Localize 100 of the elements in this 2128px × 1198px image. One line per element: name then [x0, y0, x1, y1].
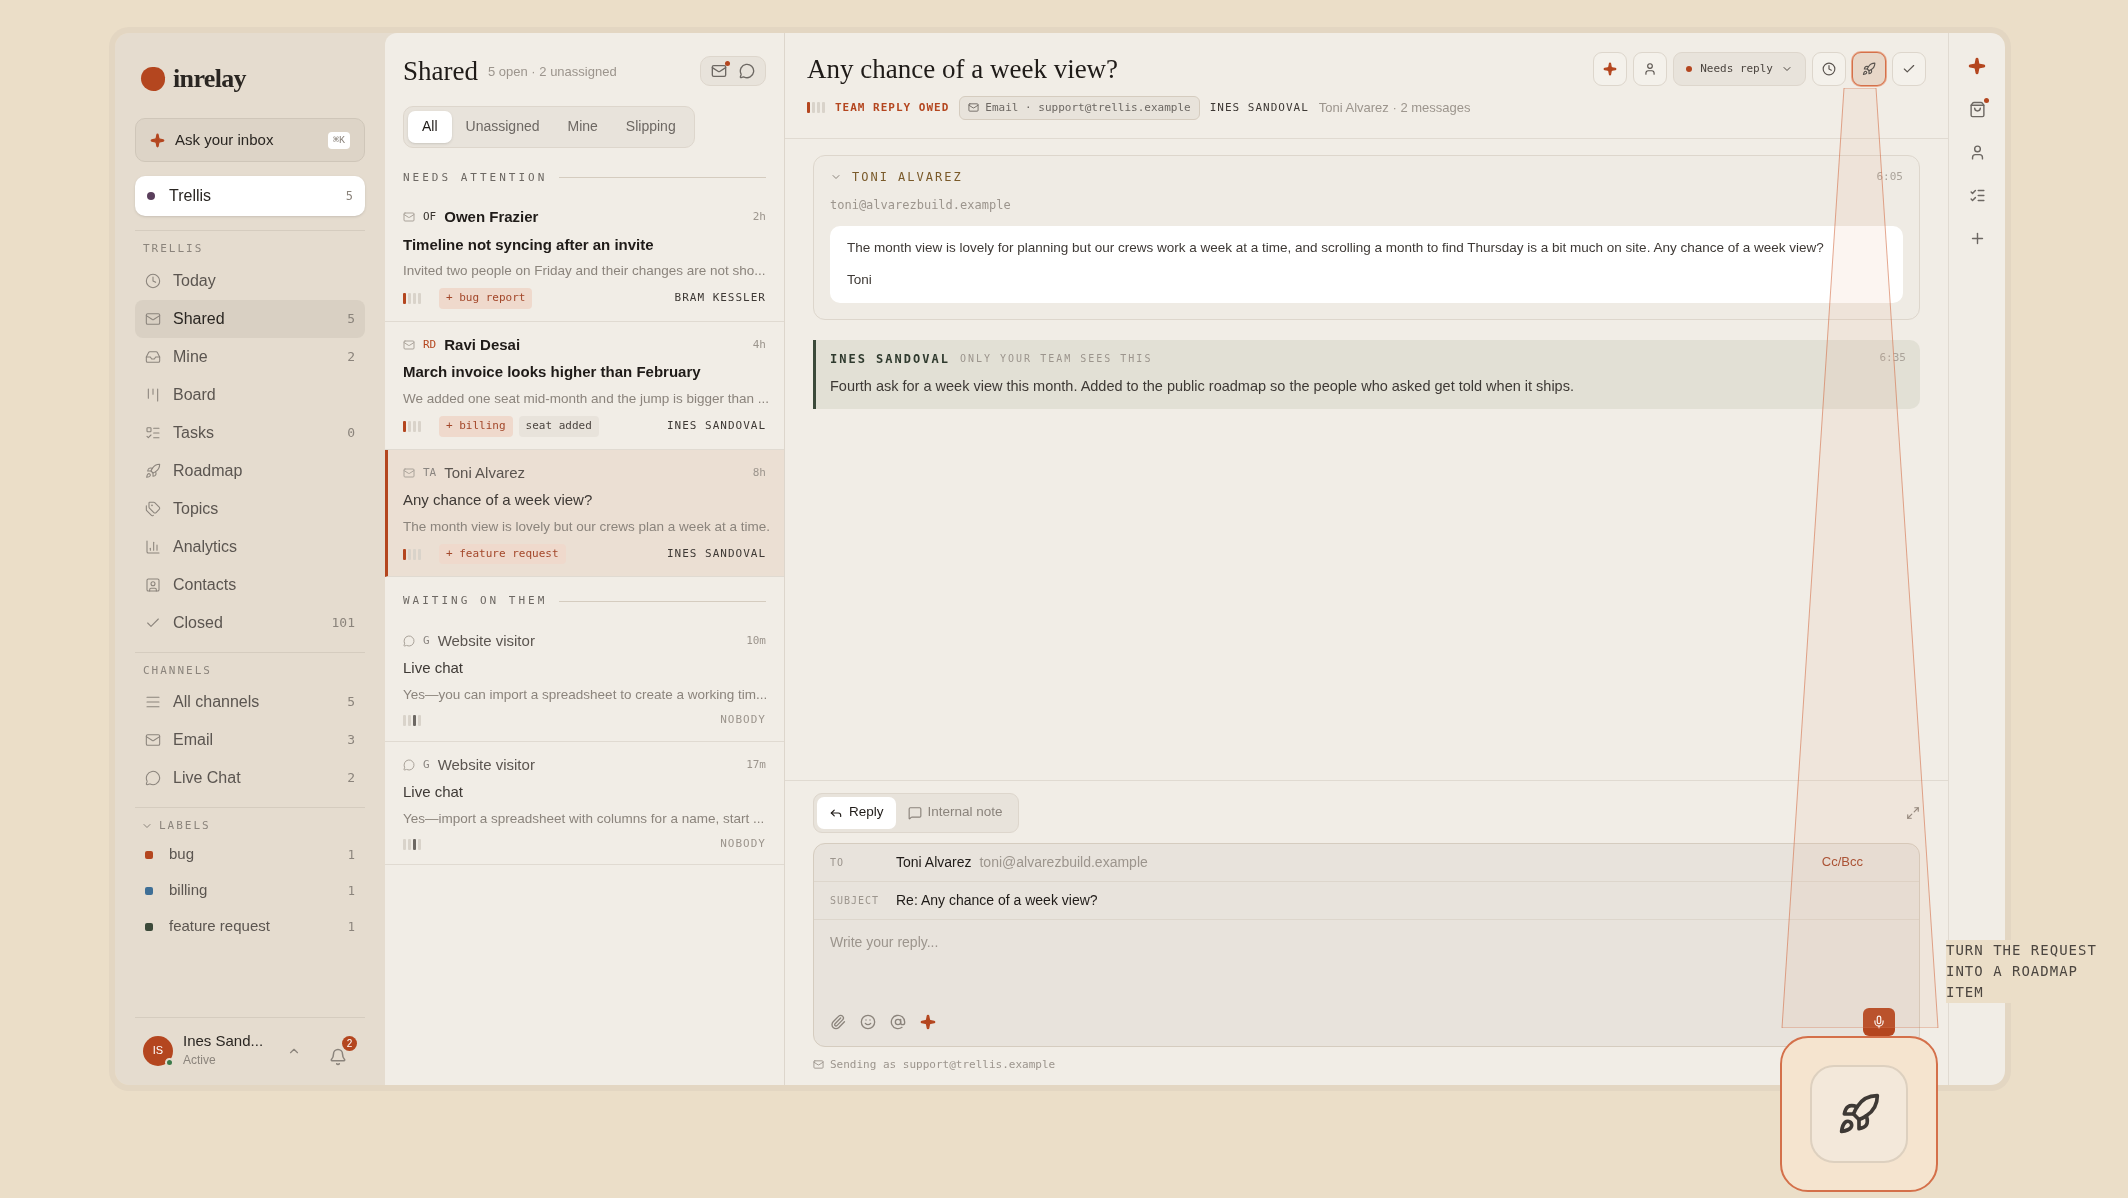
- filter-tab[interactable]: Unassigned: [451, 110, 554, 143]
- assignee-name: INES SANDOVAL: [666, 418, 766, 434]
- sender-name: Toni Alvarez: [444, 462, 527, 483]
- subject-field[interactable]: Re: Any chance of a week view?: [896, 889, 1098, 911]
- sidebar-item[interactable]: Contacts: [135, 565, 365, 604]
- composer-mode-tab[interactable]: Internal note: [895, 796, 1015, 829]
- sparkle-icon[interactable]: [1968, 57, 1986, 75]
- subject-label: SUBJECT: [830, 893, 881, 908]
- sidebar-item[interactable]: Live Chat 2: [135, 759, 365, 797]
- logo-icon: [141, 66, 165, 91]
- sender-name: Owen Frazier: [444, 207, 540, 227]
- nav-icon: [145, 310, 161, 327]
- assignee-name: BRAM KESSLER: [674, 290, 766, 307]
- sidebar-item[interactable]: Board: [135, 375, 365, 414]
- nav-icon: [145, 694, 161, 710]
- nav-icon: [145, 500, 161, 517]
- sender-name: Website visitor: [437, 754, 536, 775]
- status-dropdown[interactable]: Needs reply: [1673, 52, 1806, 87]
- sending-as: Sending as support@trellis.example: [830, 1056, 1056, 1073]
- sidebar-item[interactable]: Email 3: [135, 721, 365, 759]
- conversation-tag: + feature request: [439, 543, 566, 565]
- workspace-item[interactable]: Trellis 5: [135, 176, 365, 216]
- user-icon: [1643, 62, 1658, 77]
- group-heading: WAITING ON THEM: [403, 593, 548, 610]
- conversation-preview: Invited two people on Friday and their changes are not sho...: [403, 262, 766, 280]
- voice-button[interactable]: [1863, 1007, 1895, 1036]
- sidebar-item[interactable]: All channels 5: [135, 683, 365, 721]
- cc-bcc-link[interactable]: Cc/Bcc: [1821, 852, 1863, 872]
- conversation-time: 2h: [752, 209, 766, 225]
- conversation-subject: Timeline not syncing after an invite: [403, 234, 655, 255]
- user-name: Ines Sand...: [183, 1032, 265, 1051]
- sidebar-item[interactable]: Roadmap: [135, 451, 365, 490]
- filter-tab[interactable]: Slipping: [611, 110, 690, 143]
- label-item[interactable]: feature request 1: [135, 908, 365, 945]
- filter-tab[interactable]: All: [408, 110, 452, 143]
- composer-mode-tab[interactable]: Reply: [817, 796, 896, 829]
- thread-status: TEAM REPLY OWED: [835, 99, 950, 116]
- notifications-button[interactable]: 2: [329, 1035, 357, 1066]
- conversation-item[interactable]: RD Ravi Desai 4h March invoice looks higher than February We added one seat mid-month and the jump is bigger than ... + billing seat added INES SANDOVAL: [385, 321, 784, 450]
- roadmap-button[interactable]: [1852, 52, 1886, 87]
- rocket-icon: [1862, 62, 1876, 77]
- conversation-item[interactable]: G Website visitor 10m Live chat Yes—you can import a spreadsheet to create a working tim... NOBODY: [385, 617, 784, 742]
- mention-icon[interactable]: [890, 1013, 906, 1030]
- sidebar-item[interactable]: Today: [135, 261, 365, 300]
- sidebar-item[interactable]: Shared 5: [135, 299, 365, 338]
- emoji-icon[interactable]: [860, 1013, 876, 1030]
- notification-badge: 2: [342, 1035, 357, 1051]
- compose-email-button[interactable]: [711, 63, 727, 80]
- filter-tab[interactable]: Mine: [553, 110, 612, 143]
- sidebar-item[interactable]: Analytics: [135, 527, 365, 566]
- conversation-item[interactable]: G Website visitor 17m Live chat Yes—import a spreadsheet with columns for a name, start ... NOBODY: [385, 741, 784, 866]
- user-avatar[interactable]: IS: [143, 1035, 173, 1066]
- reply-composer[interactable]: TO Toni Alvarez toni@alvarezbuild.example Cc/Bcc SUBJECT Re: Any chance of a week view? Write your reply...: [813, 842, 1920, 1047]
- checklist-icon[interactable]: [1968, 187, 1986, 204]
- shortcut-key: ⌘K: [327, 131, 350, 149]
- speech-bubble-icon: [907, 805, 922, 820]
- conversation-item[interactable]: TA Toni Alvarez 8h Any chance of a week view? The month view is lovely but our crews plan a week at a time. + feature request INES SANDOVAL: [385, 449, 784, 578]
- sidebar-item[interactable]: Topics: [135, 489, 365, 528]
- label-item[interactable]: bug 1: [135, 836, 365, 873]
- ask-inbox-button[interactable]: Ask your inbox ⌘K: [135, 118, 365, 162]
- message-time: 6:35: [1879, 350, 1906, 367]
- snooze-button[interactable]: [1812, 52, 1846, 87]
- recipient-email: toni@alvarezbuild.example: [979, 852, 1149, 872]
- nav-icon: [145, 272, 161, 289]
- sidebar-item[interactable]: Closed 101: [135, 603, 365, 642]
- expand-icon[interactable]: [1906, 805, 1920, 820]
- message-author: TONI ALVAREZ: [852, 169, 964, 186]
- sender-initials: TA: [423, 464, 437, 481]
- cart-button[interactable]: [1968, 101, 1986, 118]
- sender-initials: RD: [423, 336, 437, 353]
- sparkle-icon: [1603, 62, 1618, 77]
- nav-icon: [145, 386, 161, 403]
- attach-icon[interactable]: [830, 1013, 846, 1030]
- chat-button[interactable]: [739, 63, 755, 80]
- assignee-name: INES SANDOVAL: [666, 545, 766, 562]
- reply-field[interactable]: Write your reply...: [814, 919, 1919, 1008]
- mail-icon: [403, 466, 415, 479]
- conversation-tag: + billing: [439, 416, 513, 437]
- conversation-item[interactable]: OF Owen Frazier 2h Timeline not syncing after an invite Invited two people on Friday and their changes are not sho... + bug report BRAM KESSLER: [385, 194, 784, 322]
- message-body: The month view is lovely for planning but our crews work a week at a time, and scrolling a month to find Thursday is a bit much on site. Any chance of a week view? Toni: [830, 226, 1903, 303]
- mail-icon: [403, 339, 415, 351]
- nav-icon: [145, 538, 161, 555]
- bell-icon: [329, 1047, 347, 1066]
- conversation-subject: March invoice looks higher than February: [403, 362, 702, 383]
- sparkle-icon[interactable]: [920, 1013, 936, 1030]
- microphone-icon: [1872, 1014, 1886, 1029]
- nav-icon: [145, 576, 161, 593]
- ai-assist-button[interactable]: [1593, 52, 1628, 87]
- section-heading: CHANNELS: [142, 662, 213, 679]
- label-item[interactable]: billing 1: [135, 872, 365, 909]
- sidebar-item[interactable]: Mine 2: [135, 337, 365, 376]
- thread-meta: Toni Alvarez · 2 messages: [1318, 99, 1471, 117]
- nav-icon: [145, 732, 161, 748]
- sidebar-item[interactable]: Tasks 0: [135, 413, 365, 452]
- note-visibility: ONLY YOUR TEAM SEES THIS: [959, 352, 1154, 366]
- conversation-time: 17m: [746, 756, 766, 773]
- sender-email: toni@alvarezbuild.example: [830, 197, 1012, 214]
- assign-button[interactable]: [1633, 52, 1668, 87]
- brand-name: inrelay: [173, 63, 246, 95]
- channel-chip: Email · support@trellis.example: [959, 95, 1200, 120]
